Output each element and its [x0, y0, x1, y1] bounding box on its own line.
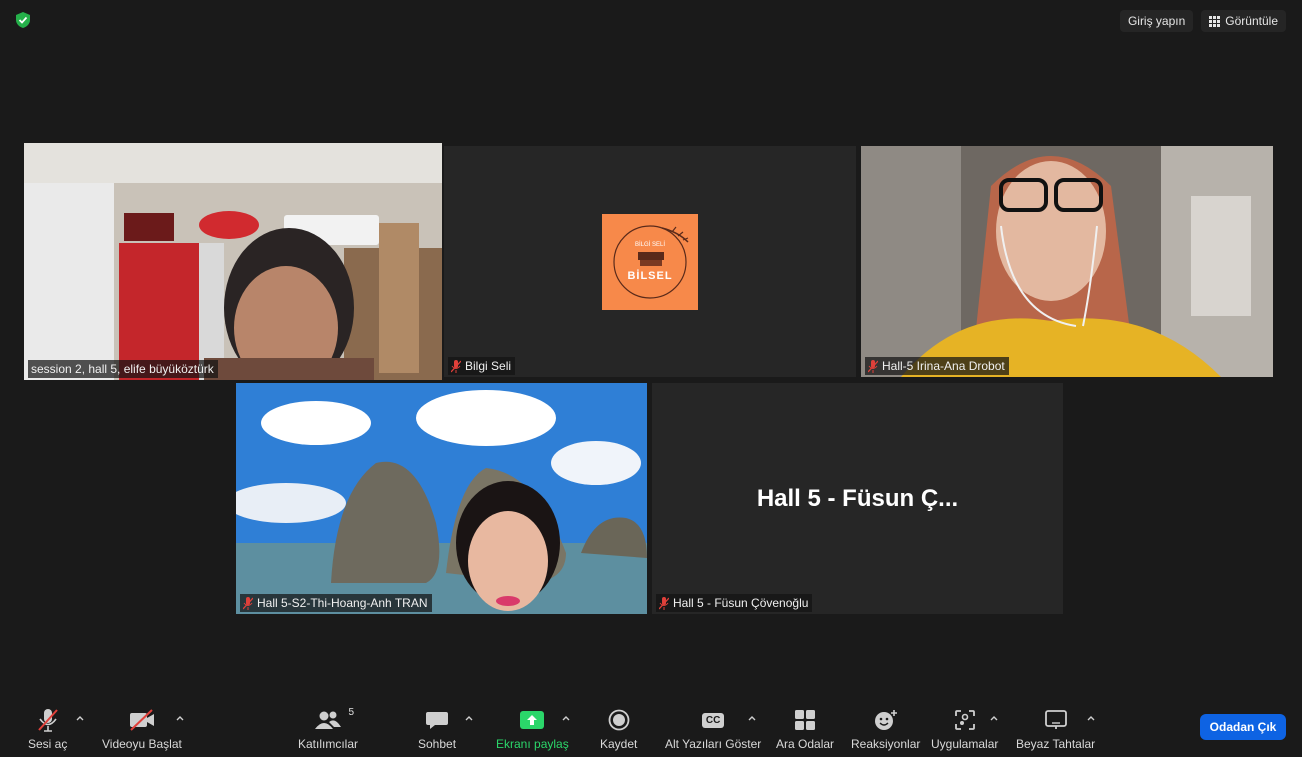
record-label: Kaydet [600, 737, 638, 751]
participant-name-tag: Hall 5 - Füsun Çövenoğlu [656, 594, 813, 612]
participant-name: Hall-5 Irina-Ana Drobot [882, 359, 1005, 373]
start-video-label: Videoyu Başlat [102, 737, 182, 751]
video-tile-irina-drobot[interactable]: Hall-5 Irina-Ana Drobot [861, 146, 1273, 377]
video-off-icon [128, 707, 156, 733]
whiteboard-icon [1044, 707, 1068, 733]
apps-icon [954, 707, 976, 733]
chat-bubble-icon [425, 707, 449, 733]
muted-mic-icon [868, 359, 878, 373]
apps-options-caret-icon[interactable] [989, 713, 999, 723]
sign-in-label: Giriş yapın [1127, 14, 1186, 28]
whiteboards-button[interactable]: Beyaz Tahtalar [1016, 707, 1095, 751]
share-screen-icon [519, 707, 545, 733]
chat-options-caret-icon[interactable] [464, 713, 474, 723]
sign-in-button[interactable]: Giriş yapın [1119, 10, 1194, 32]
unmute-label: Sesi aç [28, 737, 68, 751]
muted-mic-icon [243, 596, 253, 610]
muted-mic-icon [659, 596, 669, 610]
reactions-label: Reaksiyonlar [851, 737, 921, 751]
participant-name: Hall 5 - Füsun Çövenoğlu [673, 596, 809, 610]
muted-mic-icon [37, 707, 59, 733]
start-video-button[interactable]: Videoyu Başlat [102, 707, 182, 751]
leave-room-button[interactable]: Odadan Çık [1200, 714, 1286, 740]
participant-video [236, 383, 647, 614]
whiteboards-options-caret-icon[interactable] [1086, 713, 1096, 723]
apps-label: Uygulamalar [931, 737, 999, 751]
participant-name-tag: session 2, hall 5, elife büyüköztürk [28, 360, 218, 378]
show-captions-label: Alt Yazıları Göster [665, 737, 762, 751]
breakout-rooms-label: Ara Odalar [776, 737, 835, 751]
participant-display-name: Hall 5 - Füsun Ç... [756, 484, 959, 512]
captions-icon-text: CC [701, 712, 725, 728]
record-button[interactable]: Kaydet [600, 707, 637, 751]
video-tile-bilgi-seli[interactable]: BİLGİ SELİ BİLSEL Bilgi Seli [444, 146, 856, 377]
record-icon [608, 707, 630, 733]
participant-name-tag: Hall-5 Irina-Ana Drobot [865, 357, 1009, 375]
participant-name-tag: Hall 5-S2-Thi-Hoang-Anh TRAN [240, 594, 432, 612]
audio-options-caret-icon[interactable] [75, 713, 85, 723]
logo-text-main: BİLSEL [627, 270, 673, 282]
participant-name-tag: Bilgi Seli [448, 357, 516, 375]
muted-mic-icon [451, 359, 461, 373]
participants-label: Katılımcılar [298, 737, 359, 751]
reactions-button[interactable]: Reaksiyonlar [851, 707, 920, 751]
share-screen-label: Ekranı paylaş [496, 737, 569, 751]
participant-name: Hall 5-S2-Thi-Hoang-Anh TRAN [257, 596, 428, 610]
video-tile-tran[interactable]: Hall 5-S2-Thi-Hoang-Anh TRAN [236, 383, 647, 614]
view-button[interactable]: Görüntüle [1201, 10, 1286, 32]
participants-button[interactable]: 5 Katılımcılar [298, 707, 358, 751]
participants-icon: 5 [314, 707, 354, 733]
participant-name: session 2, hall 5, elife büyüköztürk [31, 362, 214, 376]
breakout-rooms-button[interactable]: Ara Odalar [776, 707, 834, 751]
chat-button[interactable]: Sohbet [418, 707, 456, 751]
participant-video [24, 143, 442, 380]
participant-video [861, 146, 1273, 377]
captions-options-caret-icon[interactable] [747, 713, 757, 723]
participants-count: 5 [348, 707, 354, 718]
share-screen-button[interactable]: Ekranı paylaş [496, 707, 569, 751]
unmute-button[interactable]: Sesi aç [28, 707, 67, 751]
grid-view-icon [1209, 15, 1221, 27]
logo-text-top: BİLGİ SELİ [634, 242, 665, 248]
security-shield-icon[interactable] [14, 11, 32, 29]
video-tile-fusun[interactable]: Hall 5 - Füsun Ç... Hall 5 - Füsun Çöven… [652, 383, 1063, 614]
view-label: Görüntüle [1225, 14, 1278, 28]
chat-label: Sohbet [418, 737, 457, 751]
video-options-caret-icon[interactable] [175, 713, 185, 723]
whiteboards-label: Beyaz Tahtalar [1016, 737, 1096, 751]
meeting-toolbar: Sesi aç Videoyu Başlat 5 Katılımcılar So… [0, 701, 1302, 757]
closed-captions-icon: CC [701, 707, 725, 733]
reactions-smiley-icon [874, 707, 898, 733]
participant-name: Bilgi Seli [465, 359, 512, 373]
profile-logo [602, 214, 698, 310]
breakout-rooms-icon [794, 707, 816, 733]
video-tile-elife[interactable]: session 2, hall 5, elife büyüköztürk [24, 143, 442, 380]
share-options-caret-icon[interactable] [561, 713, 571, 723]
